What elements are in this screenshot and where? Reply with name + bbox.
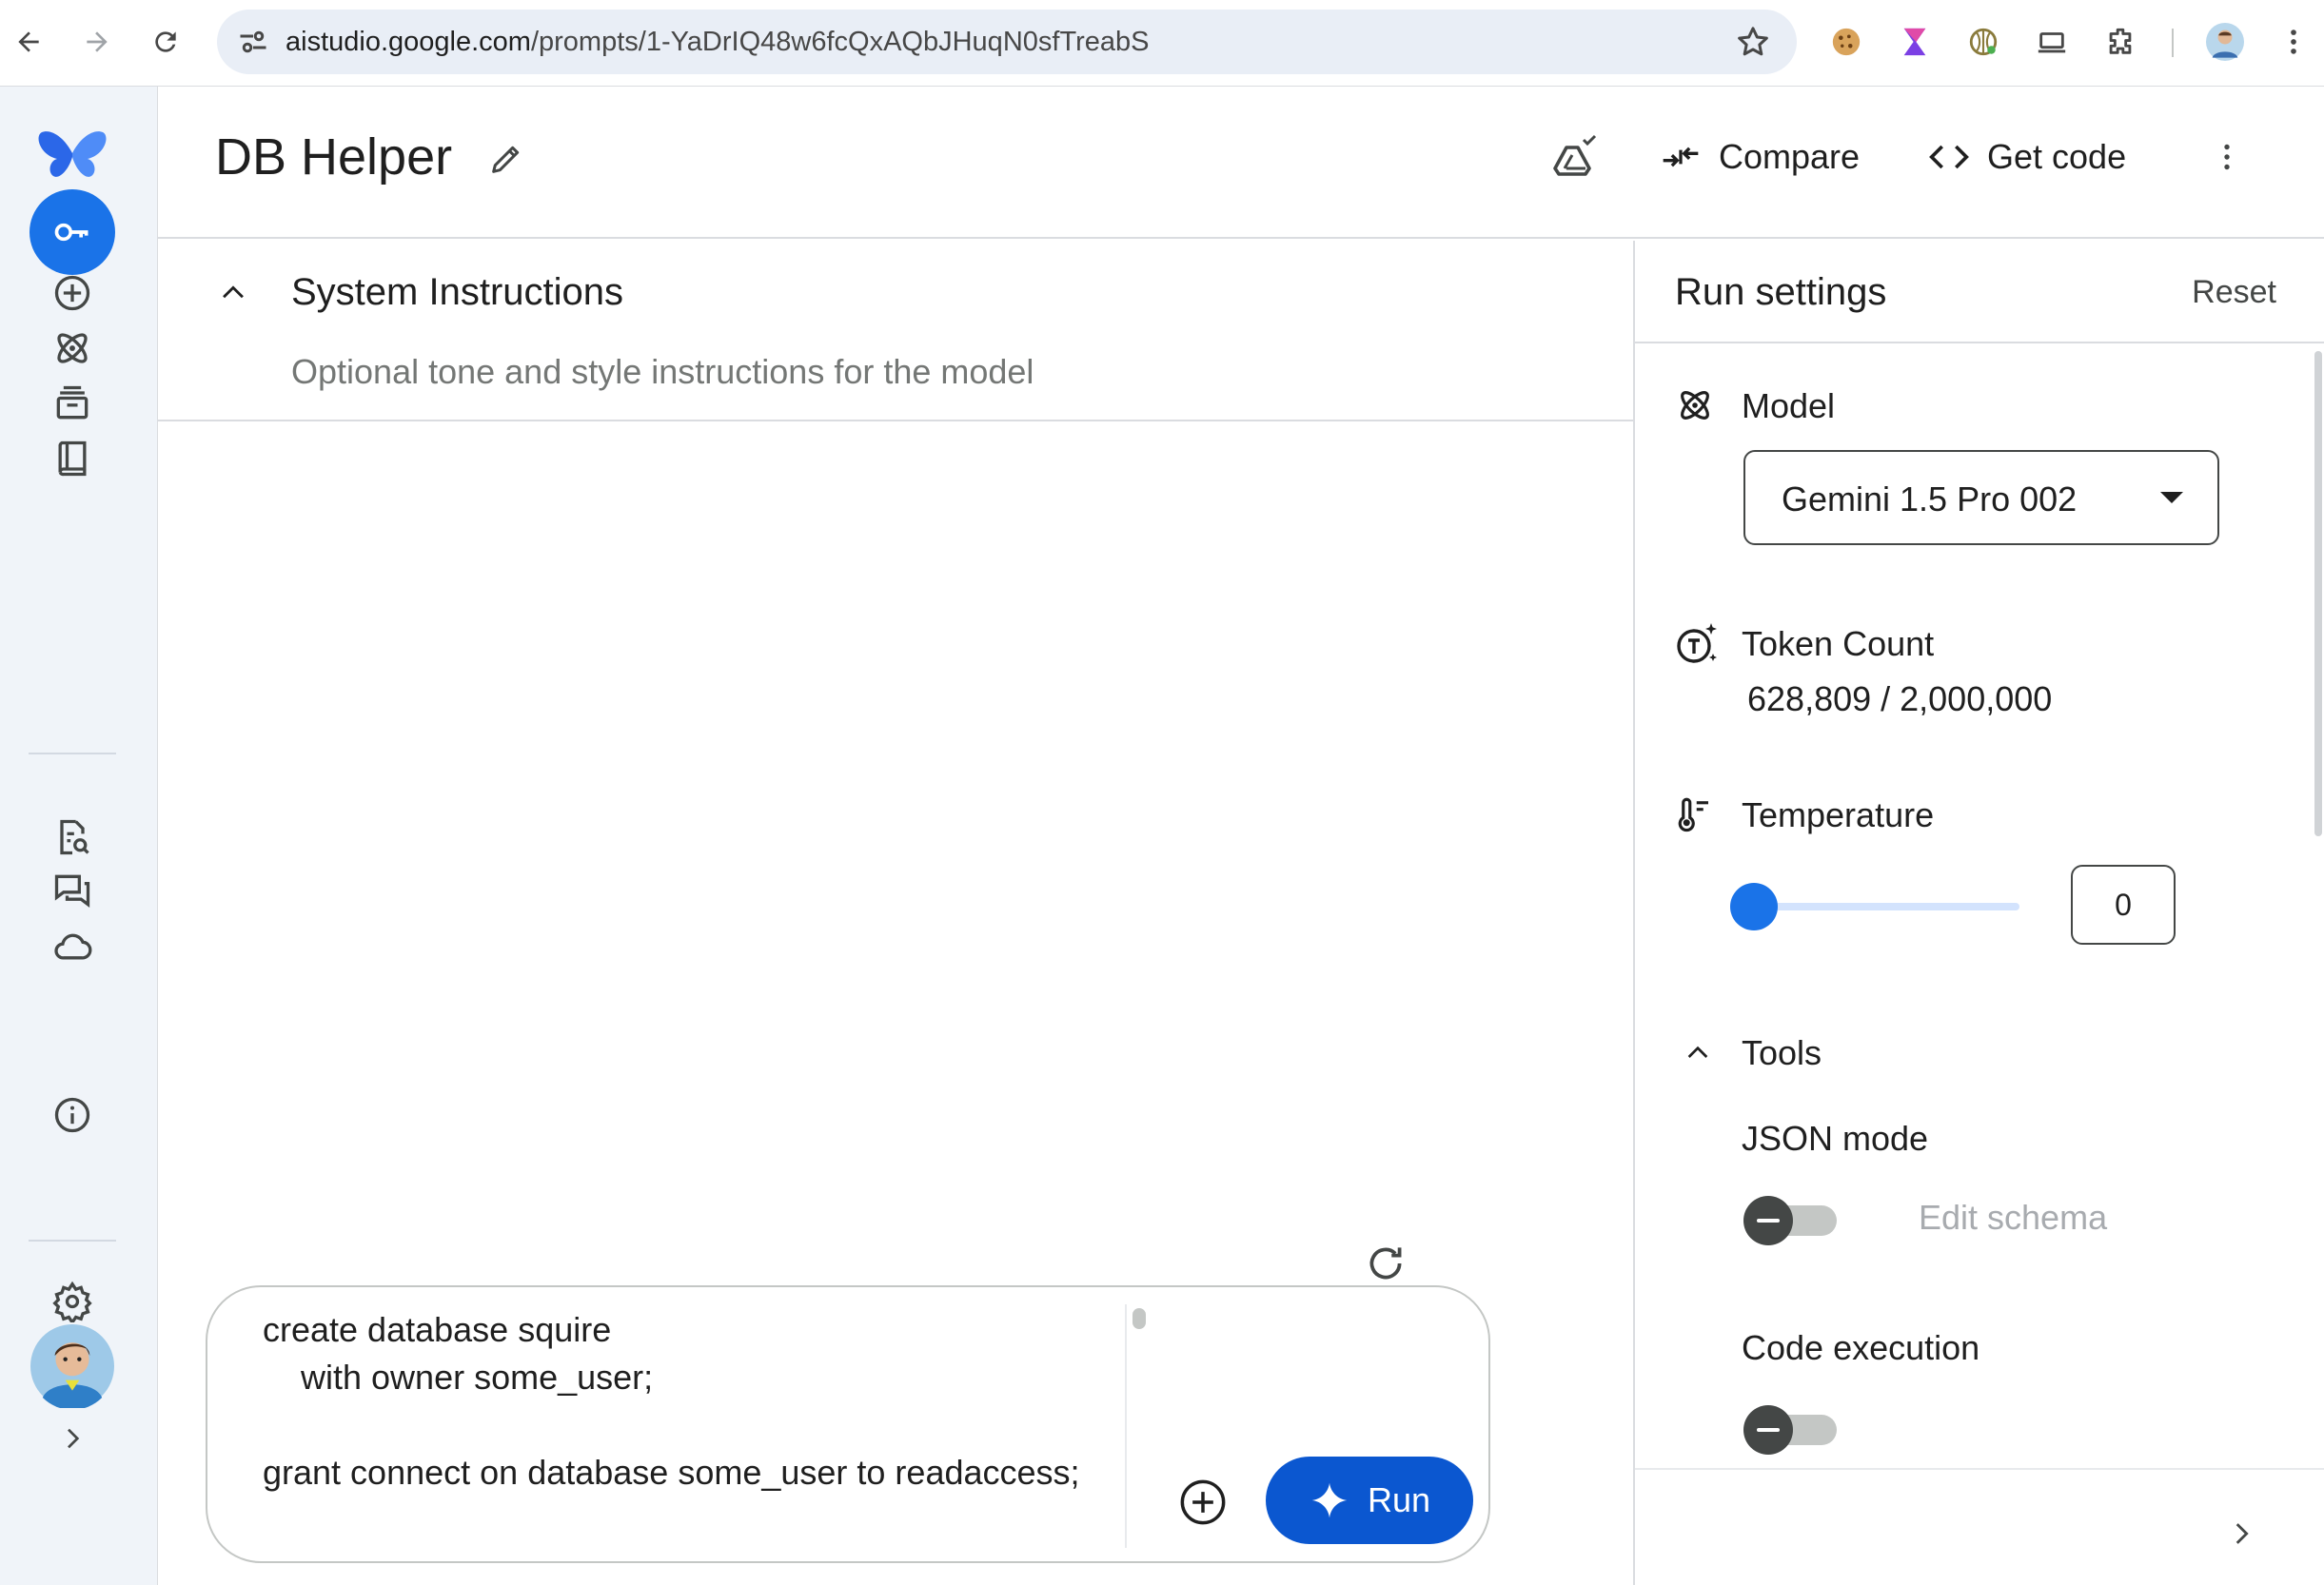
cloud-icon (54, 933, 92, 960)
compare-button[interactable]: Compare (1660, 130, 1860, 184)
book-icon (58, 440, 87, 477)
reset-button[interactable]: Reset (2192, 269, 2276, 315)
cookie-extension-icon[interactable] (1825, 21, 1867, 63)
thermometer-icon (1675, 794, 1715, 834)
nav-divider (29, 1240, 116, 1242)
url-path: /prompts/1-YaDrIQ48w6fcQxAQbJHuqN0sfTrea… (530, 27, 1150, 57)
toggle-off-icon (1743, 1196, 1793, 1245)
left-nav (0, 87, 158, 1585)
run-settings-title: Run settings (1675, 271, 1887, 313)
hourglass-extension-icon[interactable] (1894, 21, 1936, 63)
edit-title-button[interactable] (487, 140, 525, 178)
page-title: DB Helper (215, 128, 453, 186)
info-icon (54, 1097, 90, 1133)
atom-icon (1675, 385, 1715, 425)
run-settings-footer (1635, 1468, 2324, 1585)
prompt-scrollbar[interactable] (1125, 1304, 1150, 1548)
prompt-input-box: create database squire with owner some_u… (206, 1285, 1490, 1563)
prompt-main: System Instructions Optional tone and st… (158, 241, 1633, 1585)
model-select-value: Gemini 1.5 Pro 002 (1782, 479, 2078, 519)
run-settings-panel: Run settings Reset Model Gemini 1.5 Pro … (1633, 241, 2324, 1585)
chevron-right-icon (68, 1428, 80, 1449)
dropdown-arrow-icon (2160, 492, 2183, 503)
token-icon (1675, 621, 1721, 667)
system-instructions-panel: System Instructions Optional tone and st… (158, 241, 1633, 421)
code-execution-toggle[interactable] (1743, 1401, 1839, 1455)
compare-label: Compare (1719, 137, 1861, 176)
temperature-slider-track (1747, 903, 2019, 910)
more-vert-icon (2224, 144, 2230, 170)
laptop-extension-icon[interactable] (2031, 21, 2073, 63)
gear-icon (52, 1281, 92, 1322)
chevron-up-icon (1687, 1046, 1708, 1058)
browser-menu-icon[interactable] (2273, 21, 2314, 63)
drive-saved-icon (1553, 134, 1597, 176)
add-media-button[interactable] (1176, 1476, 1230, 1529)
add-circle-icon (1180, 1479, 1226, 1525)
token-count-label: Token Count (1742, 624, 1935, 663)
model-select[interactable]: Gemini 1.5 Pro 002 (1743, 450, 2219, 545)
expand-nav-button[interactable] (30, 1396, 115, 1481)
system-instructions-title: System Instructions (291, 271, 624, 313)
saved-to-drive-button[interactable] (1549, 132, 1599, 182)
more-options-button[interactable] (2210, 140, 2244, 174)
run-button[interactable]: Run (1266, 1457, 1473, 1544)
ai-studio-logo-icon[interactable] (30, 115, 115, 201)
token-count-value: 628,809 / 2,000,000 (1747, 679, 2053, 718)
reload-icon[interactable] (145, 21, 187, 63)
model-label: Model (1742, 386, 1836, 425)
json-mode-toggle[interactable] (1743, 1192, 1839, 1245)
globe-extension-icon[interactable] (1962, 21, 2004, 63)
collapse-system-instructions-button[interactable] (217, 277, 249, 309)
url-text[interactable]: aistudio.google.com/prompts/1-YaDrIQ48w6… (286, 25, 1149, 59)
tools-label: Tools (1742, 1033, 1822, 1072)
chevron-right-icon (2235, 1523, 2249, 1544)
system-instructions-input[interactable]: Optional tone and style instructions for… (291, 349, 1034, 395)
code-icon (1929, 145, 1969, 169)
bookmark-star-icon[interactable] (1734, 23, 1772, 61)
temperature-slider-handle[interactable] (1730, 883, 1778, 930)
code-execution-label: Code execution (1742, 1328, 1980, 1367)
browser-toolbar: aistudio.google.com/prompts/1-YaDrIQ48w6… (0, 0, 2324, 87)
sparkle-icon (1311, 1482, 1348, 1518)
temperature-slider[interactable] (1730, 878, 2035, 935)
temperature-label: Temperature (1742, 795, 1935, 834)
collapse-tools-button[interactable] (1683, 1038, 1713, 1068)
profile-avatar-icon[interactable] (2204, 21, 2246, 63)
cloud-nav[interactable] (30, 903, 115, 988)
pencil-icon (492, 146, 520, 173)
expand-settings-button[interactable] (2225, 1517, 2257, 1550)
back-icon[interactable] (8, 21, 49, 63)
url-host: aistudio.google.com (286, 27, 531, 57)
toggle-off-icon (1743, 1405, 1793, 1455)
run-label: Run (1367, 1480, 1431, 1519)
get-code-button[interactable]: Get code (1928, 130, 2126, 184)
refresh-icon (1369, 1247, 1402, 1280)
prompt-header: DB Helper Compare Get code (158, 87, 2324, 239)
temperature-input[interactable]: 0 (2071, 865, 2176, 945)
get-code-label: Get code (1987, 137, 2127, 176)
docs-nav[interactable] (30, 416, 115, 501)
json-mode-label: JSON mode (1742, 1119, 1929, 1158)
key-icon (54, 223, 89, 242)
settings-scrollbar[interactable] (2313, 347, 2324, 842)
extensions-puzzle-icon[interactable] (2099, 21, 2141, 63)
chevron-up-icon (223, 285, 244, 299)
address-bar[interactable]: aistudio.google.com/prompts/1-YaDrIQ48w6… (217, 10, 1797, 74)
nav-divider (29, 753, 116, 754)
forward-icon[interactable] (76, 21, 118, 63)
compare-arrows-icon (1663, 147, 1699, 167)
prompt-textarea[interactable]: create database squire with owner some_u… (263, 1306, 1119, 1497)
site-info-icon[interactable] (236, 25, 270, 59)
run-settings-header: Run settings Reset (1635, 241, 2324, 343)
toolbar-divider (2172, 29, 2174, 57)
edit-schema-link[interactable]: Edit schema (1919, 1194, 2107, 1242)
info-nav[interactable] (30, 1072, 115, 1158)
rerun-button[interactable] (1359, 1237, 1412, 1290)
